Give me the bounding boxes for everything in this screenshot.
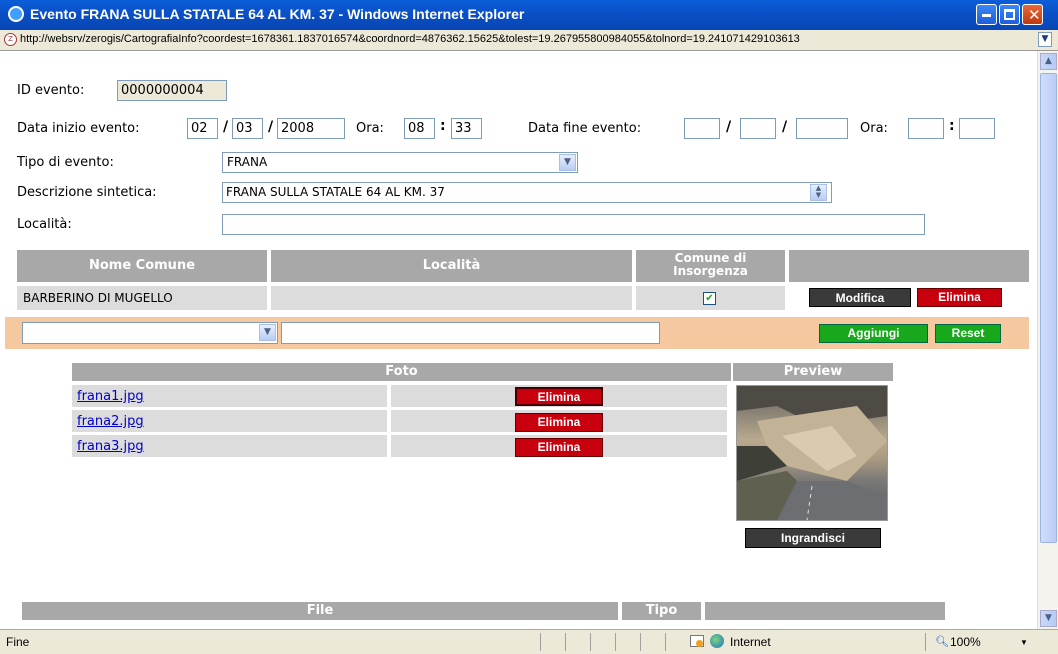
- localita-label: Località:: [17, 217, 72, 232]
- col-file: File: [22, 602, 618, 620]
- foto-link[interactable]: frana3.jpg: [77, 439, 144, 454]
- start-day-field[interactable]: 02: [187, 118, 218, 139]
- col-foto: Foto: [72, 363, 731, 381]
- date-separator: /: [782, 119, 788, 135]
- chevron-down-icon[interactable]: ▼: [259, 324, 276, 341]
- end-minute-field[interactable]: [959, 118, 995, 139]
- vertical-scrollbar[interactable]: ▲ ▼: [1037, 51, 1058, 629]
- col-localita: Località: [271, 250, 632, 282]
- end-hour-field[interactable]: [908, 118, 944, 139]
- minimize-button[interactable]: [976, 4, 997, 25]
- end-day-field[interactable]: [684, 118, 720, 139]
- start-year-field[interactable]: 2008: [277, 118, 345, 139]
- col-comune-insorgenza: Comune di Insorgenza: [636, 250, 785, 282]
- spin-button-icon[interactable]: ▲ ▼: [810, 184, 827, 201]
- ingrandisci-button[interactable]: Ingrandisci: [745, 528, 881, 548]
- localita-field[interactable]: [222, 214, 925, 235]
- chevron-down-icon[interactable]: ▼: [559, 154, 576, 171]
- zoom-level[interactable]: 100%: [950, 635, 981, 649]
- end-month-field[interactable]: [740, 118, 776, 139]
- scroll-thumb[interactable]: [1040, 73, 1057, 543]
- window-titlebar: Evento FRANA SULLA STATALE 64 AL KM. 37 …: [0, 0, 1058, 30]
- date-separator: /: [223, 119, 229, 135]
- elimina-foto-button[interactable]: Elimina: [515, 387, 603, 406]
- maximize-button[interactable]: [999, 4, 1020, 25]
- zoom-icon[interactable]: 🔍︎: [935, 635, 949, 648]
- status-divider: [925, 633, 926, 651]
- status-bar: Fine Internet 🔍︎ 100% ▼: [0, 629, 1058, 654]
- aggiungi-button[interactable]: Aggiungi: [819, 324, 928, 343]
- zone-text: Internet: [730, 635, 771, 649]
- start-hour-field[interactable]: 08: [404, 118, 435, 139]
- add-localita-field[interactable]: [281, 322, 660, 344]
- foto-link[interactable]: frana1.jpg: [77, 389, 144, 404]
- elimina-comune-button[interactable]: Elimina: [917, 288, 1002, 307]
- col-comune-insorgenza-label: Comune di Insorgenza: [673, 251, 748, 278]
- status-divider: [665, 633, 666, 651]
- elimina-foto-button[interactable]: Elimina: [515, 438, 603, 457]
- status-divider: [615, 633, 616, 651]
- id-evento-field: 0000000004: [117, 80, 227, 101]
- comune-insorgenza-cell: ✔: [636, 286, 785, 310]
- end-year-field[interactable]: [796, 118, 848, 139]
- status-divider: [590, 633, 591, 651]
- descrizione-label: Descrizione sintetica:: [17, 185, 157, 200]
- descrizione-field[interactable]: FRANA SULLA STATALE 64 AL KM. 37: [222, 182, 832, 203]
- status-divider: [565, 633, 566, 651]
- address-dropdown-icon[interactable]: ▼: [1038, 32, 1052, 47]
- col-tipo: Tipo: [622, 602, 701, 620]
- window-title: Evento FRANA SULLA STATALE 64 AL KM. 37 …: [30, 6, 525, 22]
- col-actions: [789, 250, 1029, 282]
- globe-icon: [710, 634, 724, 648]
- zoom-dropdown-icon[interactable]: ▼: [1020, 638, 1028, 647]
- protected-mode-icon[interactable]: [690, 635, 704, 647]
- preview-photo[interactable]: [736, 385, 888, 521]
- insorgenza-checkbox[interactable]: ✔: [703, 292, 716, 305]
- time-separator: :: [440, 118, 446, 134]
- id-evento-label: ID evento:: [17, 83, 85, 98]
- address-url[interactable]: http://websrv/zerogis/CartografiaInfo?co…: [20, 33, 1035, 45]
- data-fine-label: Data fine evento:: [528, 121, 642, 136]
- col-preview: Preview: [733, 363, 893, 381]
- time-separator: :: [949, 118, 955, 134]
- scroll-down-icon[interactable]: ▼: [1040, 610, 1057, 627]
- elimina-foto-button[interactable]: Elimina: [515, 413, 603, 432]
- tipo-evento-label: Tipo di evento:: [17, 155, 114, 170]
- date-separator: /: [726, 119, 732, 135]
- ie-logo-icon: [8, 6, 24, 22]
- data-inizio-label: Data inizio evento:: [17, 121, 140, 136]
- start-month-field[interactable]: 03: [232, 118, 263, 139]
- end-ora-label: Ora:: [860, 121, 888, 136]
- status-divider: [540, 633, 541, 651]
- add-comune-row: ▼ Aggiungi Reset: [5, 317, 1029, 349]
- reset-button[interactable]: Reset: [935, 324, 1001, 343]
- tipo-evento-value: FRANA: [227, 155, 268, 169]
- comune-localita-cell: [271, 286, 632, 310]
- date-separator: /: [268, 119, 274, 135]
- landslide-preview-image: [737, 386, 887, 521]
- close-button[interactable]: ✕: [1022, 4, 1043, 25]
- tipo-evento-select[interactable]: FRANA ▼: [222, 152, 578, 173]
- ora-label: Ora:: [356, 121, 384, 136]
- address-bar[interactable]: Z http://websrv/zerogis/CartografiaInfo?…: [0, 30, 1058, 51]
- col-nome-comune: Nome Comune: [17, 250, 267, 282]
- add-comune-select[interactable]: ▼: [22, 322, 278, 344]
- col-file-actions: [705, 602, 945, 620]
- scroll-up-icon[interactable]: ▲: [1040, 53, 1057, 70]
- status-text: Fine: [6, 635, 30, 649]
- page-icon: Z: [4, 33, 17, 46]
- page-content: ID evento: 0000000004 Data inizio evento…: [5, 51, 1037, 629]
- foto-link[interactable]: frana2.jpg: [77, 414, 144, 429]
- comune-name-cell: BARBERINO DI MUGELLO: [17, 286, 267, 310]
- modifica-button[interactable]: Modifica: [809, 288, 911, 307]
- status-divider: [640, 633, 641, 651]
- start-minute-field[interactable]: 33: [451, 118, 482, 139]
